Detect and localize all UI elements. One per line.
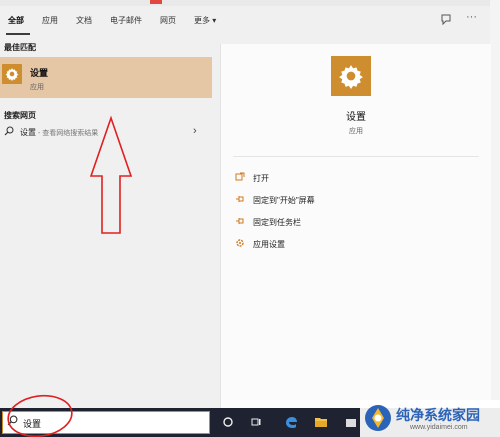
gear-icon: [2, 64, 22, 84]
watermark-logo: [365, 405, 391, 431]
edge-icon[interactable]: [282, 414, 300, 430]
taskbar-search-box[interactable]: [2, 411, 210, 434]
pin-icon: [235, 194, 245, 206]
background-window: [490, 0, 500, 437]
file-explorer-icon[interactable]: [312, 414, 330, 430]
web-search-label: 设置 - 查看网络搜索结果: [20, 127, 98, 138]
search-panel: 全部 应用 文档 电子邮件 网页 更多 ▾ ··· 最佳匹配 设置 应用 搜索网…: [0, 6, 491, 408]
tab-documents[interactable]: 文档: [76, 15, 92, 26]
chevron-right-icon[interactable]: ›: [193, 125, 197, 137]
web-search-hint: - 查看网络搜索结果: [36, 130, 99, 137]
web-search-header: 搜索网页: [4, 111, 36, 120]
task-view-icon[interactable]: [248, 414, 264, 430]
action-pin-taskbar-label: 固定到任务栏: [253, 218, 301, 227]
action-app-settings-label: 应用设置: [253, 240, 285, 249]
search-input[interactable]: [23, 417, 203, 429]
more-options-icon[interactable]: ···: [466, 11, 477, 23]
search-icon: [4, 126, 14, 139]
gear-icon: [331, 56, 371, 96]
web-search-item[interactable]: 设置 - 查看网络搜索结果 ›: [0, 124, 212, 142]
best-match-header: 最佳匹配: [4, 43, 36, 52]
pin-icon: [235, 216, 245, 228]
action-open-label: 打开: [253, 174, 269, 183]
search-icon: [7, 415, 18, 429]
tab-web[interactable]: 网页: [160, 15, 176, 26]
best-match-item[interactable]: 设置 应用: [0, 57, 212, 98]
watermark-url: www.yidaimei.com: [410, 424, 468, 431]
preview-pane: 设置 应用 打开 固定到"开始"屏幕 固定到任务栏 应用设置: [220, 44, 491, 408]
store-icon[interactable]: [342, 414, 360, 430]
open-icon: [235, 172, 245, 184]
best-match-title: 设置: [30, 68, 49, 78]
action-pin-start-label: 固定到"开始"屏幕: [253, 196, 315, 205]
best-match-subtitle: 应用: [30, 84, 44, 91]
active-tab-indicator: [6, 33, 30, 35]
preview-title: 设置: [346, 112, 366, 123]
divider: [233, 156, 479, 157]
background-tab-indicator: [150, 0, 162, 4]
tab-email[interactable]: 电子邮件: [110, 15, 142, 26]
tab-apps[interactable]: 应用: [42, 15, 58, 26]
cortana-icon[interactable]: [220, 414, 236, 430]
web-search-term: 设置: [20, 128, 36, 137]
preview-subtitle: 应用: [349, 128, 363, 135]
watermark: 纯净系统家园 www.yidaimei.com: [360, 400, 500, 437]
tab-all[interactable]: 全部: [8, 15, 24, 26]
gear-icon: [235, 238, 245, 250]
feedback-icon[interactable]: [440, 14, 452, 29]
watermark-text: 纯净系统家园: [396, 407, 480, 423]
results-list: 最佳匹配 设置 应用 搜索网页 设置 - 查看网络搜索结果 ›: [0, 36, 212, 408]
search-filter-tabs: 全部 应用 文档 电子邮件 网页 更多 ▾ ···: [0, 6, 490, 36]
tab-more[interactable]: 更多 ▾: [194, 15, 216, 26]
